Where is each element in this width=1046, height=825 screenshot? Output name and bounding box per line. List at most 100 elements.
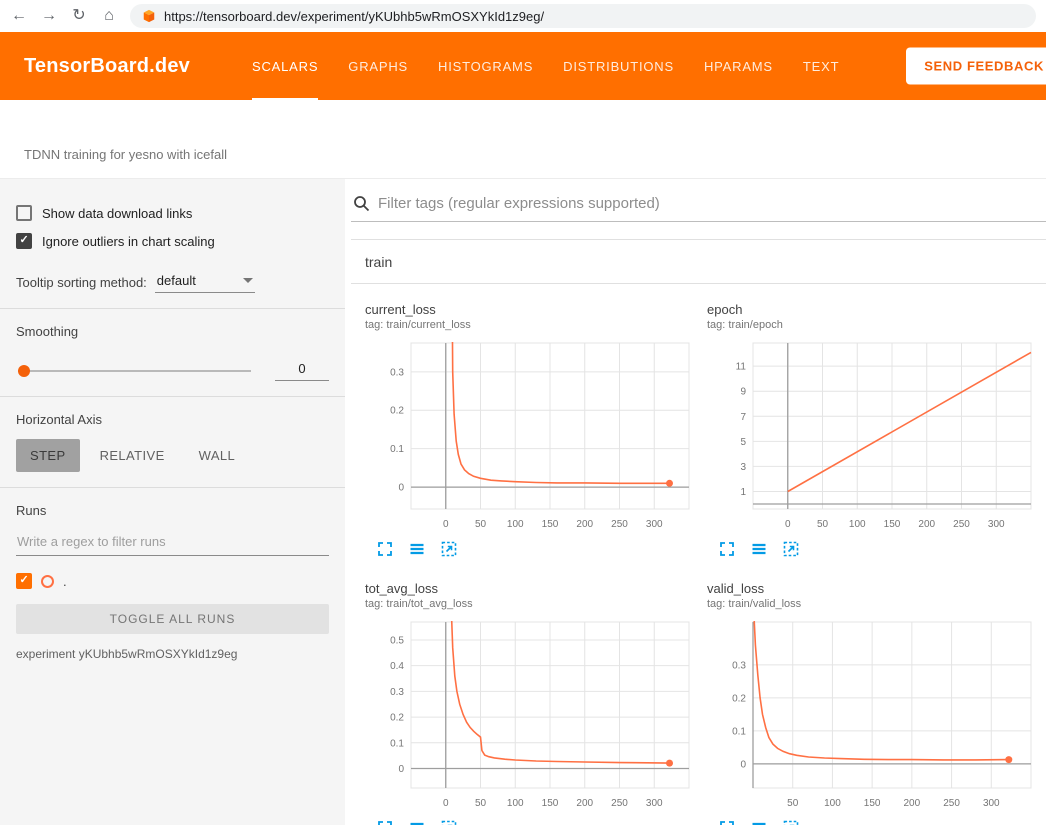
expand-chart-icon[interactable]	[377, 541, 393, 557]
horizontal-axis-label: Horizontal Axis	[16, 412, 329, 427]
chart-card: valid_loss tag: train/valid_loss 5010015…	[707, 581, 1037, 825]
toggle-all-runs-button[interactable]: TOGGLE ALL RUNS	[16, 604, 329, 634]
show-download-links-label: Show data download links	[42, 206, 192, 221]
svg-text:0.4: 0.4	[390, 661, 404, 672]
tab-graphs[interactable]: GRAPHS	[348, 32, 408, 100]
fit-domain-icon[interactable]	[441, 820, 457, 825]
smoothing-label: Smoothing	[16, 324, 329, 339]
chart-plot[interactable]: 0501001502002503001357911	[707, 339, 1037, 535]
page: ← → ↻ ⌂ https://tensorboard.dev/experime…	[0, 0, 1046, 825]
runs-selector-icon[interactable]	[751, 541, 767, 557]
svg-text:200: 200	[918, 519, 935, 530]
divider	[0, 487, 345, 488]
svg-text:0.2: 0.2	[732, 693, 746, 704]
svg-text:250: 250	[611, 798, 628, 809]
svg-text:50: 50	[817, 519, 829, 530]
ignore-outliers-checkbox[interactable]	[16, 233, 32, 249]
forward-icon[interactable]: →	[40, 8, 58, 24]
svg-text:0.1: 0.1	[390, 738, 404, 749]
run-checkbox[interactable]	[16, 573, 32, 589]
experiment-strip: TDNN training for yesno with icefall	[0, 100, 1046, 178]
expand-chart-icon[interactable]	[719, 541, 735, 557]
horizontal-axis-buttons: STEPRELATIVEWALL	[16, 439, 329, 472]
show-download-links-checkbox[interactable]	[16, 205, 32, 221]
tab-hparams[interactable]: HPARAMS	[704, 32, 773, 100]
content: Show data download links Ignore outliers…	[0, 178, 1046, 825]
back-icon[interactable]: ←	[10, 8, 28, 24]
app-logo: TensorBoard.dev	[24, 55, 190, 78]
expand-chart-icon[interactable]	[377, 820, 393, 825]
svg-text:300: 300	[983, 798, 1000, 809]
tooltip-sorting-select[interactable]: default	[155, 271, 255, 293]
svg-text:7: 7	[740, 412, 746, 423]
chart-actions	[707, 820, 1037, 825]
tab-text[interactable]: TEXT	[803, 32, 839, 100]
svg-text:300: 300	[646, 798, 663, 809]
svg-text:200: 200	[904, 798, 921, 809]
tag-filter-input[interactable]	[378, 195, 1046, 212]
svg-text:0: 0	[740, 759, 746, 770]
tab-distributions[interactable]: DISTRIBUTIONS	[563, 32, 674, 100]
chart-tag: tag: train/tot_avg_loss	[365, 598, 695, 610]
chart-title: valid_loss	[707, 581, 1037, 596]
svg-text:50: 50	[787, 798, 799, 809]
train-section-header[interactable]: train	[351, 240, 1046, 284]
svg-text:0: 0	[443, 798, 449, 809]
axis-step-button[interactable]: STEP	[16, 439, 80, 472]
smoothing-value[interactable]: 0	[275, 361, 329, 381]
chart-card: epoch tag: train/epoch 05010015020025030…	[707, 302, 1037, 557]
svg-text:0: 0	[398, 764, 404, 775]
svg-text:0: 0	[443, 519, 449, 530]
runs-selector-icon[interactable]	[751, 820, 767, 825]
svg-text:0.5: 0.5	[390, 635, 404, 646]
runs-selector-icon[interactable]	[409, 541, 425, 557]
search-icon	[353, 195, 370, 212]
run-name: .	[63, 574, 67, 589]
smoothing-slider-thumb[interactable]	[18, 365, 30, 377]
tooltip-sorting-value: default	[157, 273, 196, 288]
tooltip-sorting-label: Tooltip sorting method:	[16, 275, 147, 290]
svg-text:100: 100	[849, 519, 866, 530]
chart-actions	[365, 820, 695, 825]
smoothing-slider[interactable]	[18, 370, 251, 372]
tab-scalars[interactable]: SCALARS	[252, 32, 318, 100]
chart-tag: tag: train/current_loss	[365, 319, 695, 331]
main-panel: train current_loss tag: train/current_lo…	[345, 179, 1046, 825]
address-bar[interactable]: https://tensorboard.dev/experiment/yKUbh…	[130, 4, 1036, 28]
smoothing-slider-row: 0	[16, 361, 329, 381]
fit-domain-icon[interactable]	[783, 820, 799, 825]
svg-text:0: 0	[785, 519, 791, 530]
tab-histograms[interactable]: HISTOGRAMS	[438, 32, 533, 100]
runs-selector-icon[interactable]	[409, 820, 425, 825]
chart-plot[interactable]: 5010015020025030000.10.20.3	[707, 618, 1037, 814]
svg-text:150: 150	[542, 798, 559, 809]
svg-text:0.2: 0.2	[390, 406, 404, 417]
runs-label: Runs	[16, 503, 329, 518]
tooltip-sorting-row: Tooltip sorting method: default	[16, 271, 329, 293]
axis-wall-button[interactable]: WALL	[185, 439, 250, 472]
runs-filter-input[interactable]	[16, 530, 329, 556]
chart-plot[interactable]: 05010015020025030000.10.20.30.40.5	[365, 618, 695, 814]
svg-text:3: 3	[740, 462, 746, 473]
svg-text:1: 1	[740, 487, 746, 498]
reload-icon[interactable]: ↻	[70, 8, 88, 24]
nav-tabs: SCALARS GRAPHS HISTOGRAMS DISTRIBUTIONS HPAR…	[252, 32, 839, 100]
run-color-swatch	[41, 575, 54, 588]
svg-text:100: 100	[507, 798, 524, 809]
home-icon[interactable]: ⌂	[100, 8, 118, 24]
tensorboard-favicon-icon	[142, 9, 156, 23]
svg-text:250: 250	[611, 519, 628, 530]
svg-text:11: 11	[736, 362, 747, 373]
expand-chart-icon[interactable]	[719, 820, 735, 825]
charts-grid: current_loss tag: train/current_loss 050…	[351, 284, 1046, 825]
send-feedback-button[interactable]: SEND FEEDBACK	[906, 48, 1046, 85]
fit-domain-icon[interactable]	[441, 541, 457, 557]
chart-tag: tag: train/valid_loss	[707, 598, 1037, 610]
chart-actions	[365, 541, 695, 557]
axis-relative-button[interactable]: RELATIVE	[86, 439, 179, 472]
chart-plot[interactable]: 05010015020025030000.10.20.3	[365, 339, 695, 535]
app-header: TensorBoard.dev SCALARS GRAPHS HISTOGRAMS D…	[0, 32, 1046, 100]
fit-domain-icon[interactable]	[783, 541, 799, 557]
svg-text:0.1: 0.1	[732, 726, 746, 737]
svg-text:0.2: 0.2	[390, 713, 404, 724]
